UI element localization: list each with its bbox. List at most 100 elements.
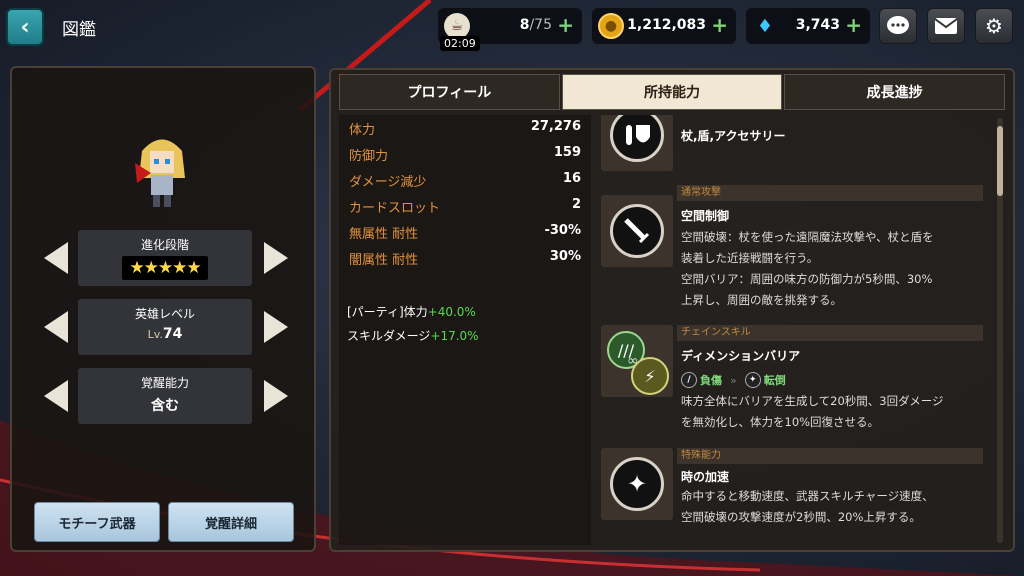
prev-arrow-icon[interactable] (44, 311, 68, 343)
sparkle-icon: ✦ (610, 457, 664, 511)
awakening-row: 覚醒能力 含む (40, 368, 290, 426)
page-title: 図鑑 (62, 20, 96, 40)
stat-name: 闇属性 耐性 (349, 253, 419, 268)
gear-icon: ⚙ (985, 14, 1003, 38)
skill-category: 特殊能力 (677, 448, 983, 464)
skill-desc-line: 上昇し、周囲の敵を挑発する。 (681, 293, 842, 307)
stat-row: 防御力 159 (349, 145, 581, 165)
skill-desc-line: 味方全体にバリアを生成して20秒間、3回ダメージ (681, 394, 944, 408)
chat-button[interactable] (879, 8, 917, 44)
awakening-value: 含む (151, 398, 179, 414)
stat-name: 防御力 (349, 149, 389, 164)
character-panel: 進化段階 ★★★★★ 英雄レベル Lv.74 覚醒能力 含む モチーフ武器 覚醒… (10, 66, 316, 552)
prev-arrow-icon[interactable] (44, 380, 68, 412)
awakening-label: 覚醒能力 (140, 376, 189, 390)
skill-name: ディメンションバリア (681, 349, 801, 363)
injury-icon: / (681, 372, 697, 388)
equipment-text: 杖,盾,アクセサリー (681, 129, 786, 143)
stat-name: 体力 (349, 123, 376, 138)
stat-row: 無属性 耐性 -30% (349, 223, 581, 243)
stamina-timer: 02:09 (440, 36, 480, 51)
tab-abilities[interactable]: 所持能力 (561, 74, 783, 110)
hero-level-row: 英雄レベル Lv.74 (40, 299, 290, 357)
chevron-left-icon: ‹ (20, 14, 30, 40)
stamina-max: /75 (529, 17, 552, 33)
skill-desc-line: 命中すると移動速度、武器スキルチャージ速度、 (681, 489, 934, 503)
skills-list: 杖,盾,アクセサリー 通常攻撃 空間制御 空間破壊：杖を使った遠隔魔法攻撃や、杖… (597, 115, 993, 545)
add-gold-button[interactable]: + (711, 13, 728, 37)
gold-coin-icon: ● (598, 13, 624, 39)
scrollbar-thumb[interactable] (997, 126, 1003, 196)
bonus-value: +17.0% (430, 329, 479, 343)
gold-counter: ● 1,212,083 + (592, 8, 736, 44)
stat-name: ダメージ減少 (349, 175, 427, 190)
stat-row: 体力 27,276 (349, 119, 581, 139)
double-chevron-icon: » (730, 373, 737, 387)
gem-value: 3,743 (795, 17, 840, 33)
stat-row: カードスロット 2 (349, 197, 581, 217)
bonus-value: +40.0% (427, 305, 476, 319)
mail-button[interactable] (927, 8, 965, 44)
skill-name: 空間制御 (681, 209, 730, 223)
skill-desc-line: 空間バリア：周囲の味方の防御力が5秒間、30% (681, 272, 933, 286)
stat-value: 16 (562, 171, 581, 186)
character-sprite (135, 139, 185, 207)
tab-bar: プロフィール 所持能力 成長進捗 (339, 74, 1007, 110)
chain-from-label: 負傷 (700, 374, 722, 387)
gem-counter: ♦ 3,743 + (746, 8, 870, 44)
chain-condition: / 負傷 » ✦ 転倒 (681, 372, 786, 388)
skill-category: チェインスキル (677, 325, 983, 341)
hero-level-label: 英雄レベル (134, 307, 195, 321)
staff-shield-icon (610, 115, 664, 162)
stat-value: 2 (571, 197, 581, 212)
knockdown-small-icon: ✦ (744, 372, 761, 388)
awakening-detail-button[interactable]: 覚醒詳細 (168, 502, 294, 542)
stat-row: ダメージ減少 16 (349, 171, 581, 191)
prev-arrow-icon[interactable] (44, 242, 68, 274)
evolution-stars: ★★★★★ (122, 256, 208, 280)
stats-list: 体力 27,276 防御力 159 ダメージ減少 16 カードスロット 2 無属性 耐性… (339, 115, 591, 545)
skill-name: 時の加速 (681, 470, 730, 484)
tab-profile[interactable]: プロフィール (339, 74, 560, 110)
skills-scrollbar[interactable] (997, 118, 1003, 543)
add-stamina-button[interactable]: + (557, 13, 574, 37)
top-bar: ‹ 図鑑 ☕ 8/75 + 02:09 ● 1,212,083 + ♦ 3,74… (0, 0, 1024, 56)
stat-value: 30% (549, 249, 581, 264)
evolution-stage-label: 進化段階 (140, 238, 189, 252)
equipment-entry: 杖,盾,アクセサリー (597, 115, 987, 171)
settings-button[interactable]: ⚙ (975, 8, 1013, 44)
chain-to-label: 転倒 (763, 374, 786, 387)
tab-growth[interactable]: 成長進捗 (784, 74, 1006, 110)
info-panel: プロフィール 所持能力 成長進捗 体力 27,276 防御力 159 ダメージ減少 1… (329, 68, 1015, 552)
back-button[interactable]: ‹ (6, 8, 44, 46)
skill-desc-line: 空間破壊の攻撃速度が2秒間、20%上昇する。 (681, 510, 921, 524)
skill-desc-line: 装着した近接戦闘を行う。 (681, 251, 819, 265)
party-bonus: [パーティ]体力+40.0% (347, 303, 476, 320)
hero-level-value: 74 (162, 326, 183, 342)
stat-name: 無属性 耐性 (349, 227, 419, 242)
sword-icon (610, 204, 664, 258)
chain-skill-entry: /// ∞ ⚡ チェインスキル ディメンションバリア / 負傷 » ✦ 転倒 味方全… (597, 325, 987, 445)
motif-weapon-button[interactable]: モチーフ武器 (34, 502, 160, 542)
next-arrow-icon[interactable] (264, 242, 288, 274)
normal-attack-entry: 通常攻撃 空間制御 空間破壊：杖を使った遠隔魔法攻撃や、杖と盾を 装着した近接戦… (597, 185, 987, 313)
evolution-stage-row: 進化段階 ★★★★★ (40, 230, 290, 288)
gold-value: 1,212,083 (627, 17, 706, 33)
next-arrow-icon[interactable] (264, 380, 288, 412)
knockdown-icon: ⚡ (631, 357, 669, 395)
stat-value: 27,276 (530, 119, 581, 134)
bonus-label: スキルダメージ (347, 329, 431, 343)
stat-row: 闇属性 耐性 30% (349, 249, 581, 269)
next-arrow-icon[interactable] (264, 311, 288, 343)
envelope-icon (934, 18, 958, 34)
add-gems-button[interactable]: + (845, 13, 862, 37)
skill-damage-bonus: スキルダメージ+17.0% (347, 327, 479, 344)
bonus-label: [パーティ]体力 (347, 305, 428, 319)
special-ability-entry: ✦ 特殊能力 時の加速 命中すると移動速度、武器スキルチャージ速度、 空間破壊の… (597, 448, 987, 545)
skill-desc-line: 空間破壊：杖を使った遠隔魔法攻撃や、杖と盾を (681, 230, 934, 244)
stat-value: -30% (544, 223, 581, 238)
diamond-icon: ♦ (756, 15, 774, 37)
chat-bubble-icon (887, 16, 909, 34)
stat-name: カードスロット (349, 201, 441, 216)
level-prefix: Lv. (147, 328, 163, 341)
